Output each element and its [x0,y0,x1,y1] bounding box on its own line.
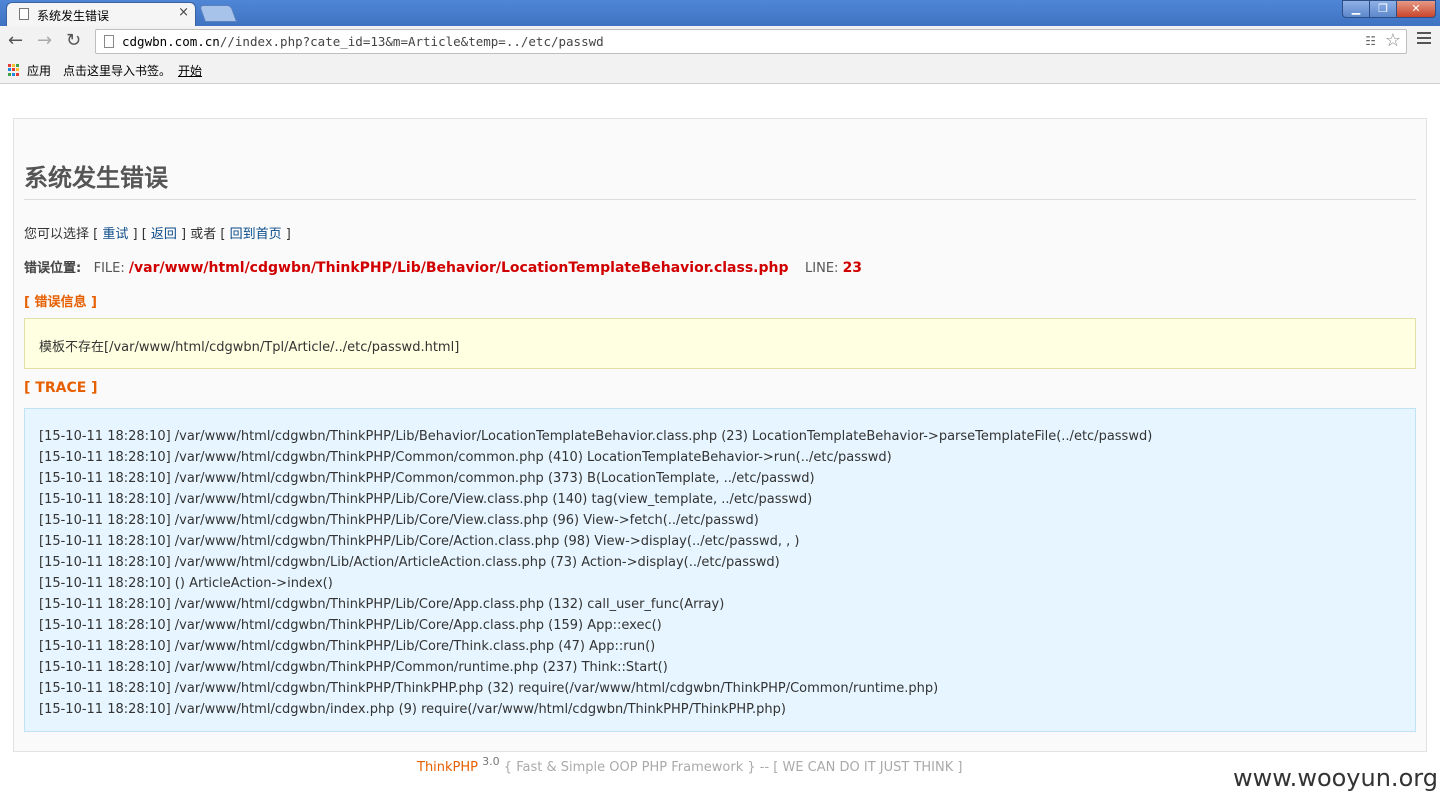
new-tab-button[interactable] [198,5,238,22]
browser-toolbar: ← → ↻ cdgwbn.com.cn//index.php?cate_id=1… [0,26,1440,58]
error-location: 错误位置: FILE: /var/www/html/cdgwbn/ThinkPH… [24,257,862,276]
thinkphp-link[interactable]: ThinkPHP [417,760,478,775]
page-icon [19,8,29,20]
translate-icon[interactable]: ☷ [1365,34,1376,48]
close-tab-icon[interactable]: × [178,5,189,20]
maximize-button[interactable]: ❐ [1369,0,1397,18]
trace-line: [15-10-11 18:28:10] /var/www/html/cdgwbn… [39,555,780,570]
trace-heading: [ TRACE ] [24,380,98,396]
url-text[interactable]: cdgwbn.com.cn//index.php?cate_id=13&m=Ar… [122,34,604,49]
back-arrow-icon[interactable]: ← [8,30,23,51]
trace-line: [15-10-11 18:28:10] /var/www/html/cdgwbn… [39,660,668,675]
file-label: FILE: [93,261,125,276]
error-panel: 系统发生错误 您可以选择 [ 重试 ] [ 返回 ] 或者 [ 回到首页 ] 错… [13,118,1427,752]
trace-line: [15-10-11 18:28:10] /var/www/html/cdgwbn… [39,702,786,717]
close-window-button[interactable]: ✕ [1396,0,1436,18]
error-message-box: 模板不存在[/var/www/html/cdgwbn/Tpl/Article/.… [24,318,1416,369]
reload-icon[interactable]: ↻ [66,30,81,51]
line-label: LINE: [805,261,839,276]
trace-box: [15-10-11 18:28:10] /var/www/html/cdgwbn… [24,408,1416,732]
apps-link[interactable]: 应用 [27,62,51,79]
trace-line: [15-10-11 18:28:10] /var/www/html/cdgwbn… [39,450,892,465]
trace-line: [15-10-11 18:28:10] /var/www/html/cdgwbn… [39,597,725,612]
minimize-button[interactable]: ▁ [1342,0,1370,18]
page-title: 系统发生错误 [24,164,168,192]
trace-line: [15-10-11 18:28:10] /var/www/html/cdgwbn… [39,681,939,696]
trace-line: [15-10-11 18:28:10] /var/www/html/cdgwbn… [39,639,656,654]
trace-line: [15-10-11 18:28:10] /var/www/html/cdgwbn… [39,618,662,633]
forward-arrow-icon[interactable]: → [37,30,52,51]
address-bar[interactable]: cdgwbn.com.cn//index.php?cate_id=13&m=Ar… [95,29,1407,54]
error-message: 模板不存在[/var/www/html/cdgwbn/Tpl/Article/.… [39,340,460,355]
bookmarks-bar: 应用 点击这里导入书签。 开始 [0,58,1440,84]
apps-grid-icon[interactable] [8,64,20,76]
location-label: 错误位置: [24,261,82,276]
trace-line: [15-10-11 18:28:10] /var/www/html/cdgwbn… [39,492,813,507]
trace-line: [15-10-11 18:28:10] /var/www/html/cdgwbn… [39,471,815,486]
browser-tab[interactable]: 系统发生错误 × [6,2,196,26]
bookmark-star-icon[interactable]: ☆ [1385,30,1401,51]
version-label: 3.0 [482,755,500,768]
error-info-heading: [ 错误信息 ] [24,295,97,310]
import-bookmarks-hint: 点击这里导入书签。 [63,64,172,78]
watermark: www.wooyun.org [1233,764,1438,792]
trace-line: [15-10-11 18:28:10] /var/www/html/cdgwbn… [39,429,1153,444]
home-link[interactable]: 回到首页 [230,227,282,242]
error-line: 23 [842,260,863,276]
trace-line: [15-10-11 18:28:10] /var/www/html/cdgwbn… [39,513,759,528]
error-options: 您可以选择 [ 重试 ] [ 返回 ] 或者 [ 回到首页 ] [24,227,291,242]
page-icon [104,35,114,48]
trace-line: [15-10-11 18:28:10] /var/www/html/cdgwbn… [39,534,800,549]
tab-title: 系统发生错误 [37,9,110,23]
footer: ThinkPHP 3.0 { Fast & Simple OOP PHP Fra… [417,755,963,775]
trace-line: [15-10-11 18:28:10] () ArticleAction->in… [39,576,333,591]
back-link[interactable]: 返回 [151,227,177,242]
divider [24,199,1416,200]
footer-tagline: { Fast & Simple OOP PHP Framework } -- [… [503,760,963,775]
error-file: /var/www/html/cdgwbn/ThinkPHP/Lib/Behavi… [128,260,789,276]
start-link[interactable]: 开始 [178,62,202,79]
trace-list: [15-10-11 18:28:10] /var/www/html/cdgwbn… [39,426,1152,720]
title-bar: 系统发生错误 × ▁ ❐ ✕ [0,0,1440,26]
menu-icon[interactable] [1417,32,1431,47]
retry-link[interactable]: 重试 [102,227,128,242]
